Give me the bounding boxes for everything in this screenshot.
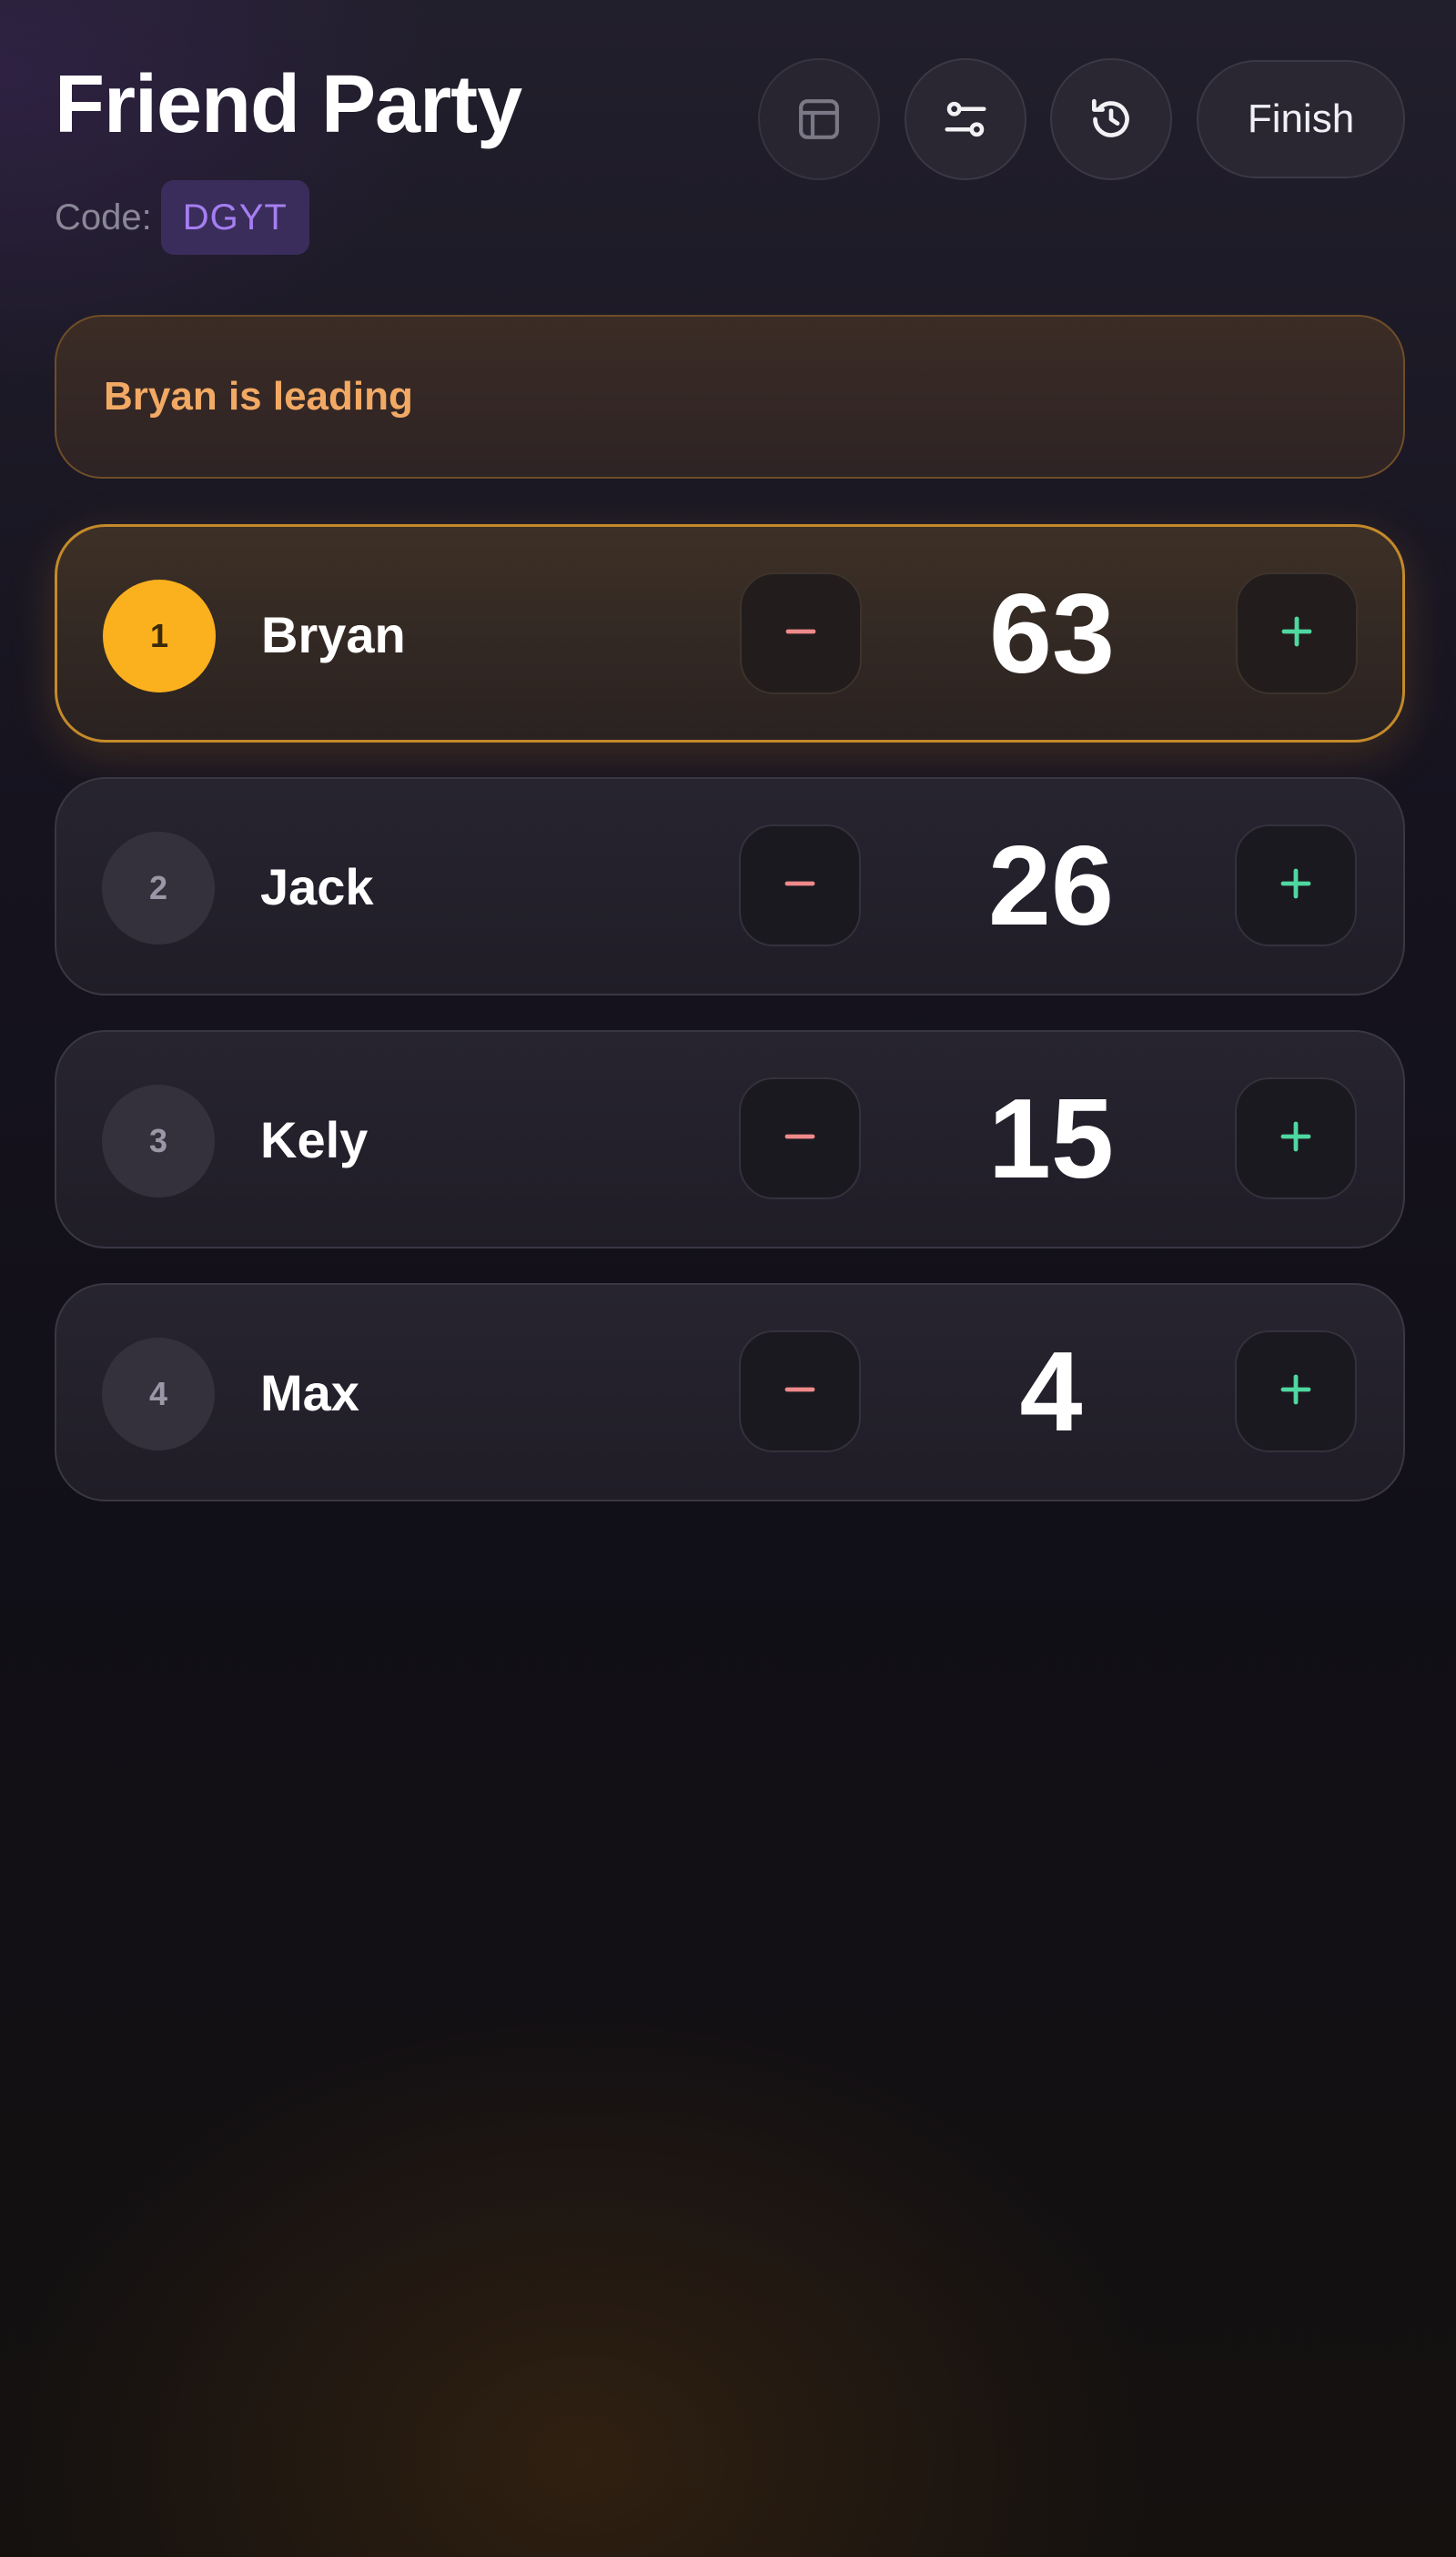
finish-button[interactable]: Finish bbox=[1197, 60, 1405, 178]
decrement-button[interactable] bbox=[739, 824, 861, 946]
increment-button[interactable] bbox=[1235, 824, 1357, 946]
page-title: Friend Party bbox=[55, 59, 522, 150]
code-badge[interactable]: DGYT bbox=[160, 180, 309, 255]
player-score: 63 bbox=[989, 571, 1115, 697]
history-button[interactable] bbox=[1050, 58, 1172, 180]
code-label: Code: bbox=[55, 197, 152, 238]
sliders-icon bbox=[941, 95, 990, 144]
player-name: Jack bbox=[260, 857, 374, 915]
plus-icon bbox=[1278, 1371, 1314, 1412]
leader-banner: Bryan is leading bbox=[55, 315, 1405, 479]
decrement-button[interactable] bbox=[739, 1077, 861, 1199]
settings-button[interactable] bbox=[905, 58, 1026, 180]
plus-icon bbox=[1278, 865, 1314, 906]
player-score: 4 bbox=[1019, 1329, 1083, 1455]
plus-icon bbox=[1279, 613, 1315, 654]
header: Friend Party Code: DGYT Finish bbox=[55, 55, 1405, 264]
player-card-bryan: 1 Bryan 63 bbox=[55, 524, 1405, 743]
game-code: Code: DGYT bbox=[55, 180, 309, 255]
player-card-jack: 2 Jack 26 bbox=[55, 777, 1405, 996]
history-icon bbox=[1086, 94, 1137, 145]
player-name: Bryan bbox=[261, 605, 406, 663]
player-name: Max bbox=[260, 1363, 359, 1421]
player-name: Kely bbox=[260, 1110, 369, 1168]
rank-badge: 2 bbox=[102, 832, 215, 945]
rank-badge: 1 bbox=[103, 580, 216, 692]
player-card-max: 4 Max 4 bbox=[55, 1283, 1405, 1501]
plus-icon bbox=[1278, 1118, 1314, 1159]
player-score: 26 bbox=[988, 824, 1114, 949]
minus-icon bbox=[782, 1371, 818, 1412]
table-icon bbox=[794, 94, 844, 145]
increment-button[interactable] bbox=[1235, 1330, 1357, 1452]
player-card-kely: 3 Kely 15 bbox=[55, 1030, 1405, 1248]
player-score: 15 bbox=[988, 1076, 1114, 1202]
decrement-button[interactable] bbox=[739, 1330, 861, 1452]
leader-banner-text: Bryan is leading bbox=[104, 374, 413, 419]
increment-button[interactable] bbox=[1236, 572, 1358, 694]
rank-badge: 4 bbox=[102, 1338, 215, 1450]
minus-icon bbox=[783, 613, 819, 654]
minus-icon bbox=[782, 865, 818, 906]
increment-button[interactable] bbox=[1235, 1077, 1357, 1199]
minus-icon bbox=[782, 1118, 818, 1159]
decrement-button[interactable] bbox=[740, 572, 862, 694]
rank-badge: 3 bbox=[102, 1085, 215, 1198]
scoreboard-screen: Friend Party Code: DGYT Finish Bryan is … bbox=[0, 0, 1456, 2557]
table-view-button[interactable] bbox=[758, 58, 880, 180]
